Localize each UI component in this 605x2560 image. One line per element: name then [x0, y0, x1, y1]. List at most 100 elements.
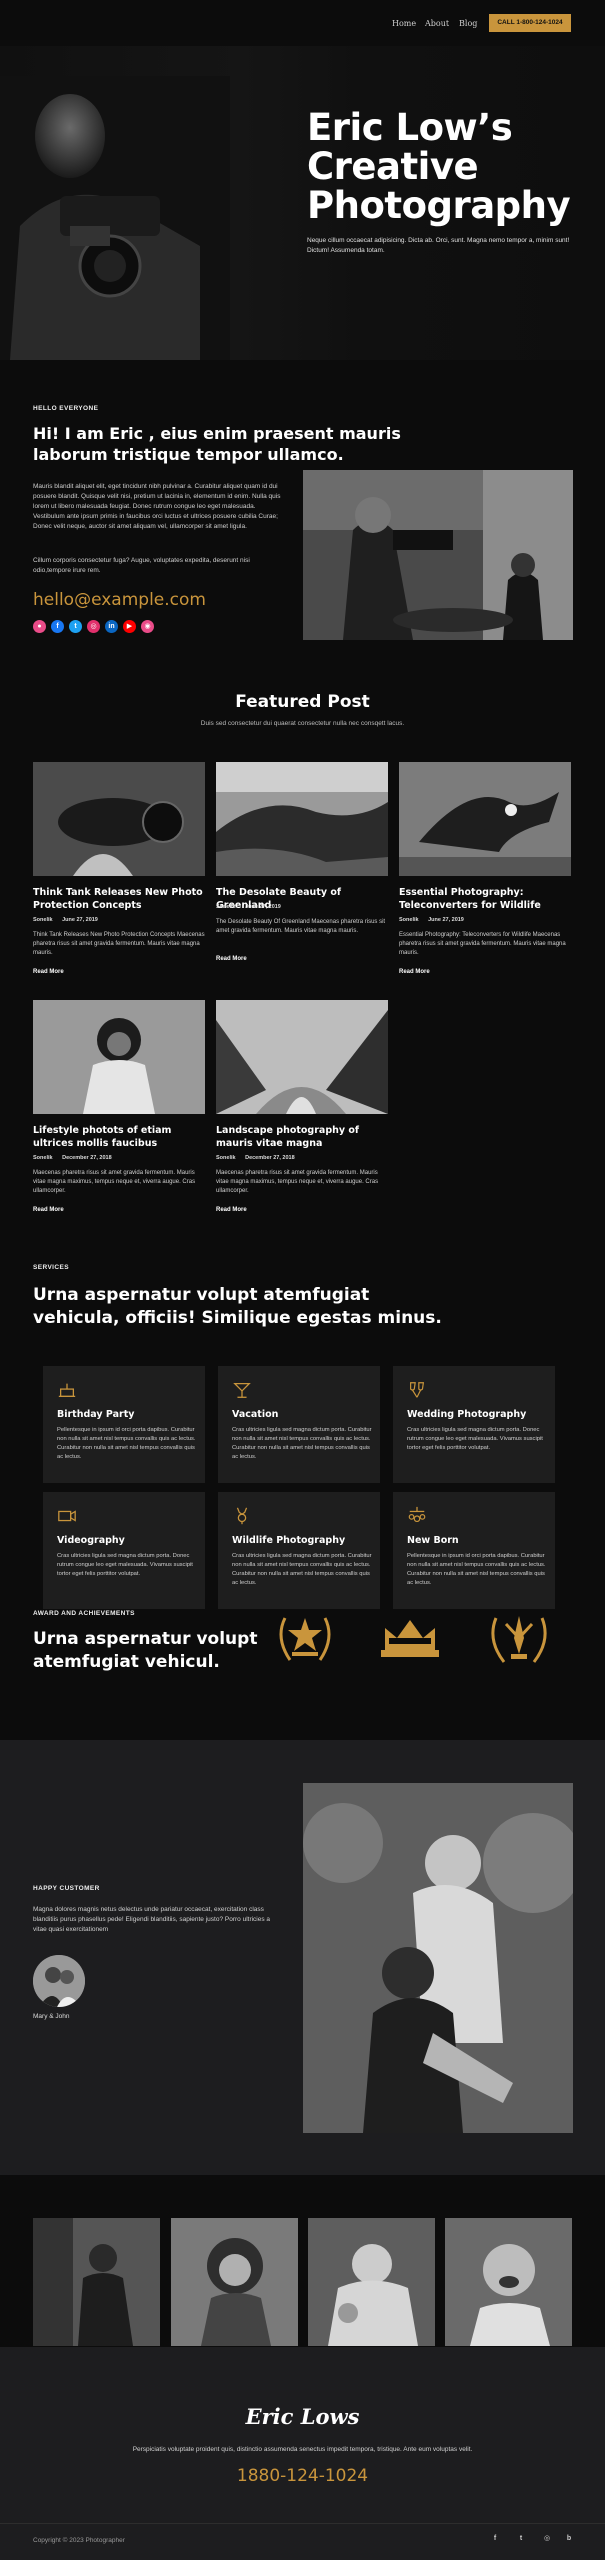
featured-subtitle: Duis sed consectetur dui quaerat consect… [200, 720, 405, 727]
top-navigation: Home About Blog CALL 1-800-124-1024 [0, 0, 605, 46]
read-more-link[interactable]: Read More [399, 969, 430, 975]
post-image[interactable] [216, 762, 388, 876]
footer-logo: Eric Lows [245, 2404, 360, 2429]
footer-divider [0, 2523, 605, 2524]
read-more-link[interactable]: Read More [216, 1207, 247, 1213]
post-excerpt: Essential Photography: Teleconverters fo… [399, 932, 566, 956]
crown-award-icon [381, 1620, 439, 1657]
post-title[interactable]: Essential Photography: Teleconverters fo… [399, 886, 571, 912]
footer-text: Perspiciatis voluptate proident quis, di… [132, 2446, 473, 2453]
post-title[interactable]: Landscape photography of mauris vitae ma… [216, 1124, 388, 1150]
star-laurel-award-icon [279, 1617, 331, 1661]
dribbble-icon[interactable]: ● [33, 620, 46, 633]
post-image[interactable] [33, 1000, 205, 1114]
linkedin-icon[interactable]: in [105, 620, 118, 633]
post-author[interactable]: Sonelik [399, 917, 419, 923]
footer-phone[interactable]: 1880-124-1024 [0, 2466, 605, 2486]
service-description: Cras ultricies ligula sed magna dictum p… [232, 1553, 372, 1586]
service-description: Cras ultricies ligula sed magna dictum p… [57, 1553, 193, 1577]
post-image[interactable] [216, 1000, 388, 1114]
post-date: June 27, 2019 [245, 904, 281, 910]
post-meta: Sonelik June 27, 2019 [399, 917, 472, 923]
trophy-laurel-award-icon [491, 1616, 547, 1663]
service-card[interactable]: Wildlife Photography Cras ultricies ligu… [218, 1492, 380, 1609]
gallery-image-1[interactable] [33, 2218, 160, 2346]
service-name: Wildlife Photography [232, 1535, 346, 1546]
post-author[interactable]: Sonelik [33, 917, 53, 923]
service-name: Videography [57, 1535, 125, 1546]
service-card[interactable]: New Born Pellentesque in ipsum id orci p… [393, 1492, 555, 1609]
post-author[interactable]: Sonelik [33, 1155, 53, 1161]
footer-twitter-icon[interactable]: t [515, 2533, 527, 2545]
facebook-icon[interactable]: f [51, 620, 64, 633]
awards-kicker: AWARD AND ACHIEVEMENTS [33, 1610, 135, 1617]
video-camera-icon [58, 1510, 76, 1522]
footer-instagram-icon[interactable]: ◎ [541, 2533, 553, 2545]
cocktail-icon [233, 1383, 251, 1398]
post-author[interactable]: Sonelik [216, 904, 236, 910]
youtube-icon[interactable]: ▶ [123, 620, 136, 633]
service-card[interactable]: Wedding Photography Cras ultricies ligul… [393, 1366, 555, 1483]
about-camera-operator-image [303, 470, 573, 640]
gallery-image-3[interactable] [308, 2218, 435, 2346]
post-date: June 27, 2019 [62, 917, 98, 923]
post-image[interactable] [33, 762, 205, 876]
post-author[interactable]: Sonelik [216, 1155, 236, 1161]
post-image[interactable] [399, 762, 571, 876]
service-card[interactable]: Vacation Cras ultricies ligula sed magna… [218, 1366, 380, 1483]
service-card[interactable]: Videography Cras ultricies ligula sed ma… [43, 1492, 205, 1609]
post-meta: Sonelik June 27, 2019 [216, 904, 289, 910]
baby-mobile-icon [408, 1506, 426, 1523]
services-title: Urna aspernatur volupt atemfugiat vehicu… [33, 1285, 442, 1328]
testimonial-avatar [33, 1955, 85, 2007]
post-excerpt: The Desolate Beauty Of Greenland Maecena… [216, 919, 386, 934]
about-title: Hi! I am Eric , eius enim praesent mauri… [33, 424, 401, 464]
about-paragraph-1: Mauris blandit aliquet elit, eget tincid… [33, 483, 281, 530]
dribbble-alt-icon[interactable]: ◉ [141, 620, 154, 633]
awards-title: Urna aspernatur volupt atemfugiat vehicu… [33, 1629, 258, 1672]
read-more-link[interactable]: Read More [216, 956, 247, 962]
testimonial-text: Magna dolores magnis netus delectus unde… [33, 1906, 271, 1933]
read-more-link[interactable]: Read More [33, 1207, 64, 1213]
service-description: Pellentesque in ipsum id orci porta dapi… [57, 1427, 196, 1460]
cake-icon [58, 1383, 76, 1397]
post-meta: Sonelik December 27, 2018 [33, 1155, 120, 1161]
nav-link-blog[interactable]: Blog [459, 19, 477, 28]
nav-link-about[interactable]: About [425, 19, 449, 28]
email-link[interactable]: hello@example.com [33, 590, 206, 610]
service-name: Wedding Photography [407, 1409, 527, 1420]
post-excerpt: Maecenas pharetra risus sit amet gravida… [216, 1170, 379, 1194]
post-excerpt: Think Tank Releases New Photo Protection… [33, 932, 205, 956]
wedding-glasses-icon [410, 1382, 425, 1398]
service-name: Vacation [232, 1409, 279, 1420]
post-title[interactable]: Lifestyle photots of etiam ultrices moll… [33, 1124, 205, 1150]
hero-photographer-image [0, 76, 230, 360]
twitter-icon[interactable]: t [69, 620, 82, 633]
post-date: December 27, 2018 [62, 1155, 112, 1161]
service-description: Pellentesque in ipsum id orci porta dapi… [407, 1553, 546, 1586]
about-kicker: HELLO EVERYONE [33, 405, 99, 412]
testimonial-kicker: HAPPY CUSTOMER [33, 1885, 100, 1892]
footer-facebook-icon[interactable]: f [489, 2533, 501, 2545]
featured-title: Featured Post [235, 692, 370, 712]
instagram-icon[interactable]: ◎ [87, 620, 100, 633]
call-button[interactable]: CALL 1-800-124-1024 [489, 14, 571, 32]
read-more-link[interactable]: Read More [33, 969, 64, 975]
nav-link-home[interactable]: Home [392, 19, 416, 28]
testimonial-couple-image [303, 1783, 573, 2133]
gallery-image-2[interactable] [171, 2218, 298, 2346]
post-meta: Sonelik December 27, 2018 [216, 1155, 303, 1161]
post-meta: Sonelik June 27, 2019 [33, 917, 106, 923]
hero-title-line-2: Creative [307, 145, 479, 188]
gallery-image-4[interactable] [445, 2218, 572, 2346]
hero-subtitle: Neque cillum occaecat adipisicing. Dicta… [307, 237, 570, 254]
service-name: Birthday Party [57, 1409, 135, 1420]
hero-title: Eric Low’s Creative Photography [307, 108, 571, 225]
footer-behance-icon[interactable]: b [563, 2533, 575, 2545]
service-card[interactable]: Birthday Party Pellentesque in ipsum id … [43, 1366, 205, 1483]
service-name: New Born [407, 1535, 459, 1546]
copyright: Copyright © 2023 Photographer [33, 2537, 125, 2544]
footer [0, 2347, 605, 2560]
post-excerpt: Maecenas pharetra risus sit amet gravida… [33, 1170, 196, 1194]
post-title[interactable]: Think Tank Releases New Photo Protection… [33, 886, 205, 912]
